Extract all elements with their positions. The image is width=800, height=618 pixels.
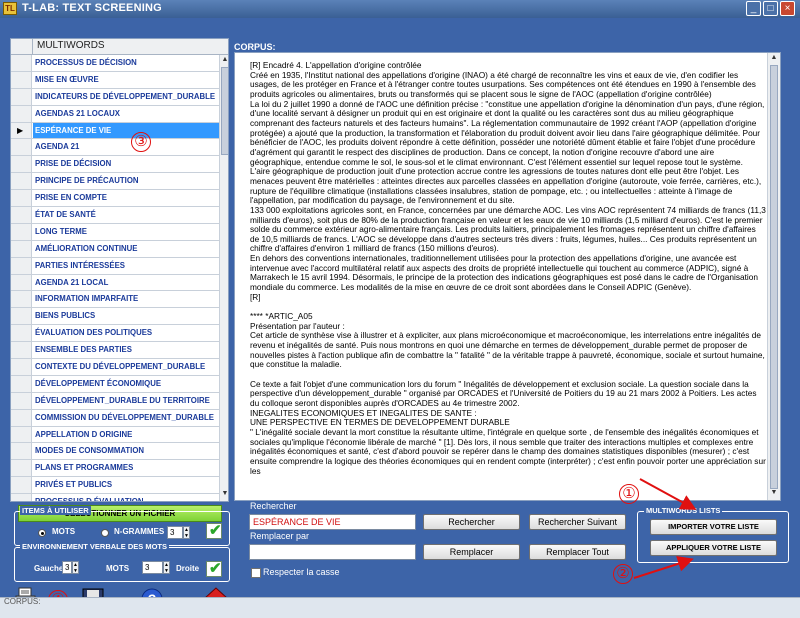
status-text: CORPUS: — [4, 597, 41, 606]
window-title: T-LAB: TEXT SCREENING — [22, 2, 162, 14]
annotation-arrow-1 — [639, 478, 697, 510]
annotation-arrows — [105, 478, 697, 613]
maximize-icon[interactable]: □ — [763, 1, 778, 16]
title-bar[interactable]: TL T-LAB: TEXT SCREENING _ □ × — [0, 0, 800, 18]
bottom-strip — [0, 607, 800, 618]
minimize-icon[interactable]: _ — [746, 1, 761, 16]
status-bar: CORPUS: — [0, 597, 800, 607]
app-icon: TL — [3, 2, 17, 15]
annotation-arrow-2 — [633, 556, 694, 579]
client-area: MULTIWORDS PROCESSUS DE DÉCISION MISE EN … — [0, 18, 800, 618]
close-icon[interactable]: × — [780, 1, 795, 16]
